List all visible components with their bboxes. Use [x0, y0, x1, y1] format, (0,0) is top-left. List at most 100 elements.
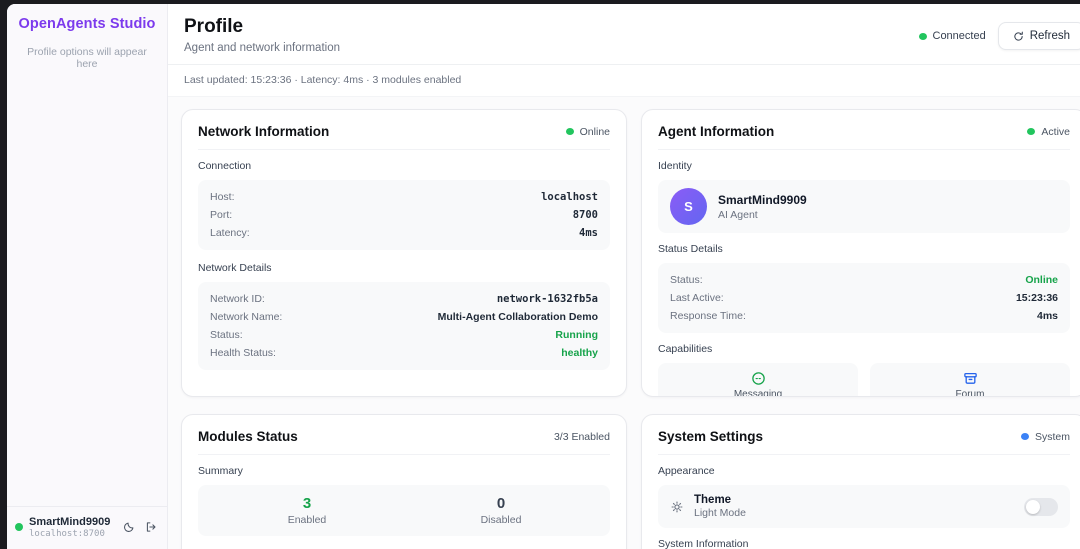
archive-icon: [963, 371, 978, 386]
disabled-stat: 0 Disabled: [404, 495, 598, 526]
theme-toggle-knob: [1026, 500, 1040, 514]
logout-icon[interactable]: [145, 521, 157, 533]
agent-status-dot: [15, 523, 23, 531]
network-id-value: network-1632fb5a: [497, 293, 598, 305]
capabilities-grid: Messaging Forum Wiki: [658, 363, 1070, 397]
network-information-card: Network Information Online Connection Ho…: [181, 109, 627, 397]
agent-card-title: Agent Information: [658, 124, 774, 139]
app-window: OpenAgents Studio Profile options will a…: [7, 4, 1080, 549]
modules-status-card: Modules Status 3/3 Enabled Summary 3 Ena…: [181, 414, 627, 549]
main-panel: Profile Agent and network information Co…: [168, 4, 1080, 549]
response-time-value: 4ms: [1037, 310, 1058, 322]
agent-status-row-value: Online: [1025, 274, 1058, 286]
sidebar-placeholder-text: Profile options will appear here: [7, 32, 167, 70]
network-name-label: Network Name:: [210, 311, 282, 323]
kv-row-last-active: Last Active: 15:23:36: [670, 289, 1058, 307]
kv-row-host: Host: localhost: [210, 188, 598, 206]
kv-row-response-time: Response Time: 4ms: [670, 307, 1058, 325]
connection-status-badge: Connected: [919, 30, 986, 42]
health-status-label: Health Status:: [210, 347, 276, 359]
chat-bubble-icon: [751, 371, 766, 386]
response-time-label: Response Time:: [670, 310, 746, 322]
kv-row-agent-status: Status: Online: [670, 271, 1058, 289]
footer-agent-address: localhost:8700: [29, 529, 117, 539]
identity-box: S SmartMind9909 AI Agent: [658, 180, 1070, 233]
disabled-count: 0: [404, 495, 598, 512]
refresh-button[interactable]: Refresh: [998, 22, 1080, 50]
last-active-label: Last Active:: [670, 292, 724, 304]
modules-enabled-badge: 3/3 Enabled: [554, 431, 610, 443]
capabilities-section-label: Capabilities: [658, 343, 1070, 355]
system-card-title: System Settings: [658, 429, 763, 444]
kv-row-health-status: Health Status: healthy: [210, 344, 598, 362]
modules-summary-box: 3 Enabled 0 Disabled: [198, 485, 610, 536]
page-header: Profile Agent and network information Co…: [168, 4, 1080, 64]
status-details-box: Status: Online Last Active: 15:23:36 Res…: [658, 263, 1070, 333]
refresh-icon: [1013, 31, 1024, 42]
brand-title: OpenAgents Studio: [7, 4, 167, 32]
connection-box: Host: localhost Port: 8700 Latency: 4ms: [198, 180, 610, 250]
agent-information-card: Agent Information Active Identity S Smar…: [641, 109, 1080, 397]
system-badge-label: System: [1035, 431, 1070, 443]
avatar: S: [670, 188, 707, 225]
latency-value: 4ms: [579, 227, 598, 239]
disabled-label: Disabled: [404, 514, 598, 526]
agent-name: SmartMind9909: [718, 193, 807, 207]
kv-row-network-name: Network Name: Multi-Agent Collaboration …: [210, 308, 598, 326]
appearance-section-label: Appearance: [658, 465, 1070, 477]
network-status-label: Online: [580, 126, 610, 138]
last-updated-meta: Last updated: 15:23:36 · Latency: 4ms · …: [168, 64, 1080, 97]
kv-row-network-status: Status: Running: [210, 326, 598, 344]
kv-row-port: Port: 8700: [210, 206, 598, 224]
footer-identity: SmartMind9909 localhost:8700: [29, 516, 117, 539]
online-dot-icon: [566, 128, 574, 135]
theme-title: Theme: [694, 494, 1014, 506]
agent-type: AI Agent: [718, 209, 807, 221]
theme-toggle[interactable]: [1024, 498, 1058, 516]
network-status-badge: Online: [566, 126, 610, 138]
page-subtitle: Agent and network information: [184, 42, 340, 54]
latency-label: Latency:: [210, 227, 250, 239]
agent-status-row-label: Status:: [670, 274, 703, 286]
connection-section-label: Connection: [198, 160, 610, 172]
system-settings-card: System Settings System Appearance Theme …: [641, 414, 1080, 549]
network-status-row-value: Running: [555, 329, 598, 341]
capability-messaging[interactable]: Messaging: [658, 363, 858, 397]
network-details-section-label: Network Details: [198, 262, 610, 274]
capability-forum[interactable]: Forum: [870, 363, 1070, 397]
agent-status-badge: Active: [1027, 126, 1070, 138]
sidebar: OpenAgents Studio Profile options will a…: [7, 4, 168, 549]
enabled-stat: 3 Enabled: [210, 495, 404, 526]
capability-messaging-label: Messaging: [734, 389, 782, 398]
page-title: Profile: [184, 16, 340, 38]
connected-dot-icon: [919, 33, 927, 40]
port-label: Port:: [210, 209, 232, 221]
modules-card-title: Modules Status: [198, 429, 298, 444]
cards-grid: Network Information Online Connection Ho…: [168, 97, 1080, 549]
last-active-value: 15:23:36: [1016, 292, 1058, 304]
summary-section-label: Summary: [198, 465, 610, 477]
kv-row-network-id: Network ID: network-1632fb5a: [210, 290, 598, 308]
system-dot-icon: [1021, 433, 1029, 440]
theme-mode-value: Light Mode: [694, 507, 1014, 519]
network-name-value: Multi-Agent Collaboration Demo: [438, 311, 598, 323]
kv-row-latency: Latency: 4ms: [210, 224, 598, 242]
theme-row: Theme Light Mode: [658, 485, 1070, 528]
network-details-box: Network ID: network-1632fb5a Network Nam…: [198, 282, 610, 370]
footer-agent-name: SmartMind9909: [29, 516, 117, 529]
sun-icon: [670, 500, 684, 514]
agent-status-label: Active: [1041, 126, 1070, 138]
host-label: Host:: [210, 191, 235, 203]
host-value: localhost: [541, 191, 598, 203]
network-id-label: Network ID:: [210, 293, 265, 305]
system-badge: System: [1021, 431, 1070, 443]
refresh-label: Refresh: [1030, 30, 1070, 42]
capability-forum-label: Forum: [956, 389, 985, 398]
active-dot-icon: [1027, 128, 1035, 135]
enabled-count: 3: [210, 495, 404, 512]
network-status-row-label: Status:: [210, 329, 243, 341]
moon-icon[interactable]: [123, 521, 135, 533]
health-status-value: healthy: [561, 347, 598, 359]
network-card-title: Network Information: [198, 124, 329, 139]
status-details-section-label: Status Details: [658, 243, 1070, 255]
